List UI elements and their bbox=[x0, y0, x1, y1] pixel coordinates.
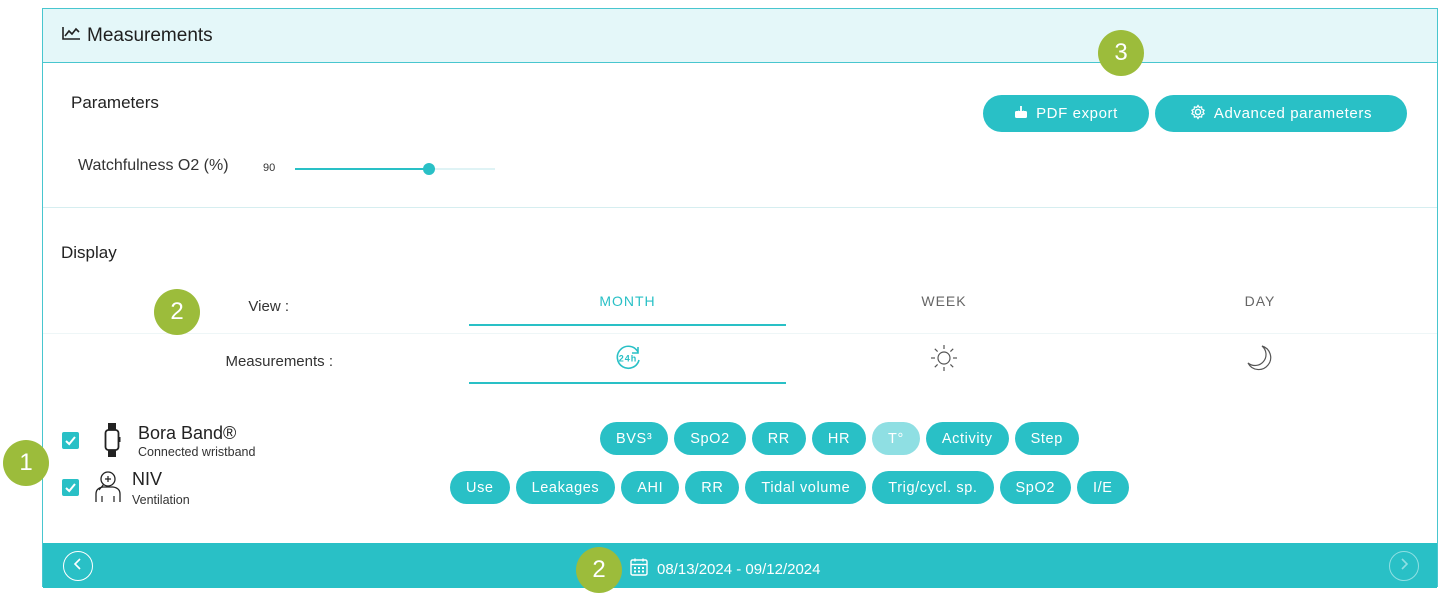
date-range-text: 08/13/2024 - 09/12/2024 bbox=[657, 560, 821, 578]
ventilator-mask-icon bbox=[93, 470, 121, 509]
pdf-export-button[interactable]: PDF export bbox=[983, 95, 1149, 132]
chip-hr[interactable]: HR bbox=[811, 422, 867, 455]
device-subtitle: Connected wristband bbox=[138, 445, 256, 459]
chip-step[interactable]: Step bbox=[1014, 422, 1079, 455]
date-range-picker[interactable]: 08/13/2024 - 09/12/2024 bbox=[629, 557, 820, 581]
tab-week[interactable]: WEEK bbox=[786, 281, 1102, 321]
measurement-24h-button[interactable]: 24h bbox=[469, 339, 786, 379]
measurements-label: Measurements : bbox=[225, 353, 333, 370]
chip-bvs3[interactable]: BVS³ bbox=[600, 422, 669, 455]
chip-ahi[interactable]: AHI bbox=[621, 471, 680, 504]
chip-activity[interactable]: Activity bbox=[925, 422, 1009, 455]
download-icon bbox=[1014, 105, 1028, 123]
niv-chips: Use Leakages AHI RR Tidal volume Trig/cy… bbox=[450, 471, 1129, 504]
previous-period-button[interactable] bbox=[63, 551, 93, 581]
chevron-right-icon bbox=[1398, 557, 1410, 576]
niv-checkbox[interactable] bbox=[62, 479, 79, 496]
annotation-badge-3: 3 bbox=[1098, 30, 1144, 76]
chip-ie[interactable]: I/E bbox=[1077, 471, 1129, 504]
calendar-icon bbox=[629, 557, 649, 581]
sun-icon bbox=[928, 342, 960, 377]
device-name: NIV bbox=[132, 469, 163, 489]
gear-icon bbox=[1190, 103, 1206, 124]
device-subtitle: Ventilation bbox=[132, 493, 190, 507]
chip-trig-cycl-sp[interactable]: Trig/cycl. sp. bbox=[872, 471, 994, 504]
svg-text:24h: 24h bbox=[618, 353, 637, 363]
display-title: Display bbox=[61, 243, 117, 262]
row-divider bbox=[43, 333, 1437, 334]
moon-icon bbox=[1245, 343, 1275, 376]
tab-month[interactable]: MONTH bbox=[469, 281, 786, 321]
bora-band-checkbox[interactable] bbox=[62, 432, 79, 449]
slider-thumb[interactable] bbox=[423, 163, 435, 175]
advanced-parameters-button[interactable]: Advanced parameters bbox=[1155, 95, 1407, 132]
chip-spo2[interactable]: SpO2 bbox=[674, 422, 746, 455]
measurement-night-button[interactable] bbox=[1102, 339, 1418, 379]
measurements-panel: Measurements Parameters PDF export Advan… bbox=[42, 8, 1438, 588]
advanced-parameters-label: Advanced parameters bbox=[1213, 105, 1373, 122]
annotation-badge-1: 1 bbox=[3, 440, 49, 486]
chip-temperature[interactable]: T° bbox=[872, 422, 920, 455]
panel-title: Measurements bbox=[87, 24, 213, 46]
section-divider bbox=[43, 207, 1437, 208]
chevron-left-icon bbox=[72, 557, 84, 576]
annotation-badge-2-footer: 2 bbox=[576, 547, 622, 593]
slider-fill bbox=[295, 168, 429, 170]
chip-tidal-volume[interactable]: Tidal volume bbox=[745, 471, 867, 504]
date-navigation-bar: 08/13/2024 - 09/12/2024 bbox=[43, 543, 1437, 588]
watchfulness-label: Watchfulness O2 (%) bbox=[78, 157, 229, 174]
chip-use[interactable]: Use bbox=[450, 471, 510, 504]
parameters-title: Parameters bbox=[71, 93, 159, 112]
next-period-button[interactable] bbox=[1389, 551, 1419, 581]
chip-rr[interactable]: RR bbox=[751, 422, 806, 455]
measurement-day-button[interactable] bbox=[786, 339, 1102, 379]
panel-header: Measurements bbox=[43, 9, 1437, 63]
measurement-tab-indicator bbox=[469, 382, 786, 384]
chip-spo2[interactable]: SpO2 bbox=[999, 471, 1072, 504]
chip-rr[interactable]: RR bbox=[685, 471, 740, 504]
pdf-export-label: PDF export bbox=[1036, 105, 1118, 122]
tab-day[interactable]: DAY bbox=[1102, 281, 1418, 321]
watchfulness-slider[interactable] bbox=[295, 163, 495, 175]
line-chart-icon bbox=[61, 25, 81, 46]
view-tab-indicator bbox=[469, 324, 786, 326]
watchfulness-value: 90 bbox=[263, 162, 276, 174]
device-name: Bora Band® bbox=[138, 423, 237, 443]
24h-cycle-icon: 24h bbox=[613, 343, 643, 376]
bora-band-chips: BVS³ SpO2 RR HR T° Activity Step bbox=[600, 422, 1079, 455]
wristband-icon bbox=[103, 423, 121, 462]
annotation-badge-2: 2 bbox=[154, 289, 200, 335]
chip-leakages[interactable]: Leakages bbox=[515, 471, 616, 504]
